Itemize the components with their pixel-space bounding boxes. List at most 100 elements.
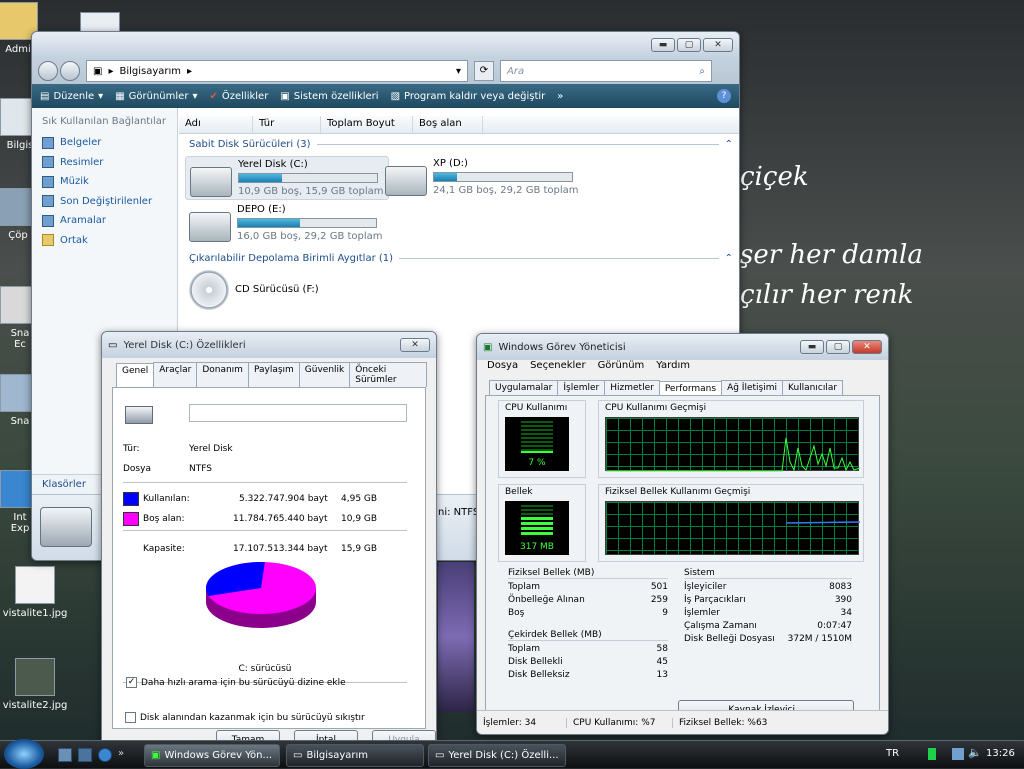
favorite-link-public[interactable]: Ortak: [42, 231, 177, 251]
taskbar-button-properties[interactable]: ▭ Yerel Disk (C:) Özelli...: [428, 744, 566, 767]
maximize-button[interactable]: ▢: [677, 38, 701, 52]
menu-options[interactable]: Seçenekler: [530, 360, 585, 374]
tab-performance[interactable]: Performans: [658, 381, 723, 396]
checkmark-icon: ✔: [209, 90, 218, 102]
minimize-button[interactable]: ▬: [651, 38, 675, 52]
start-button[interactable]: [4, 739, 44, 769]
tab-networking[interactable]: Ağ İletişimi: [721, 380, 783, 395]
memory-history-label: Fiziksel Bellek Kullanımı Geçmişi: [605, 487, 751, 497]
network-icon[interactable]: [952, 748, 964, 760]
quick-launch-more-icon[interactable]: »: [118, 748, 124, 762]
tab-services[interactable]: Hizmetler: [604, 380, 660, 395]
minimize-button[interactable]: ▬: [800, 340, 824, 354]
stat-label: Disk Belleksiz: [508, 670, 570, 680]
switch-windows-icon[interactable]: [78, 748, 92, 762]
address-bar[interactable]: ▣ ▸ Bilgisayarım ▸ ▾: [86, 60, 468, 82]
tab-processes[interactable]: İşlemler: [557, 380, 606, 395]
drive-item-e[interactable]: DEPO (E:) 16,0 GB boş, 29,2 GB toplam: [185, 204, 387, 242]
taskbar-button-task-manager[interactable]: ▣ Windows Görev Yön...: [144, 744, 280, 767]
address-dropdown-icon[interactable]: ▾: [456, 66, 461, 77]
drive-item-cd[interactable]: CD Sürücüsü (F:): [185, 270, 323, 310]
close-button[interactable]: ✕: [852, 340, 882, 354]
group-header-fixed-disks[interactable]: Sabit Disk Sürücüleri (3) ⌃: [189, 136, 733, 152]
collapse-icon[interactable]: ⌃: [725, 253, 733, 264]
properties-button[interactable]: ✔ Özellikler: [209, 91, 268, 102]
system-properties-button[interactable]: ▣ Sistem özellikleri: [280, 91, 378, 102]
used-label: Kullanılan:: [143, 494, 190, 504]
index-option[interactable]: ✓ Daha hızlı arama için bu sürücüyü dizi…: [126, 677, 346, 688]
language-indicator[interactable]: TR: [886, 748, 899, 759]
favorite-link-pictures[interactable]: Resimler: [42, 153, 177, 173]
properties-titlebar[interactable]: ▭ Yerel Disk (C:) Özellikleri ✕: [102, 332, 436, 358]
refresh-icon[interactable]: ⟳: [474, 61, 494, 81]
search-icon[interactable]: ⌕: [699, 66, 705, 77]
show-desktop-icon[interactable]: [58, 748, 72, 762]
explorer-titlebar[interactable]: ▬ ▢ ✕: [32, 32, 739, 58]
physical-row-free: Boş 9: [508, 608, 668, 621]
properties-body: Genel Araçlar Donanım Paylaşım Güvenlik …: [102, 358, 436, 746]
breadcrumb-computer[interactable]: Bilgisayarım: [119, 66, 181, 77]
tab-users[interactable]: Kullanıcılar: [782, 380, 844, 395]
menu-file[interactable]: Dosya: [487, 360, 518, 374]
tab-sharing[interactable]: Paylaşım: [247, 362, 300, 387]
more-commands-button[interactable]: »: [557, 91, 563, 102]
drive-item-d[interactable]: XP (D:) 24,1 GB boş, 29,2 GB toplam: [385, 158, 579, 196]
drive-large-icon: [40, 507, 92, 547]
compress-option[interactable]: Disk alanından kazanmak için bu sürücüyü…: [125, 712, 365, 723]
volume-label-input[interactable]: [189, 404, 407, 422]
favorite-link-music[interactable]: Müzik: [42, 172, 177, 192]
menu-view[interactable]: Görünüm: [598, 360, 645, 374]
maximize-button[interactable]: ▢: [826, 340, 850, 354]
search-input[interactable]: Ara ⌕: [500, 60, 712, 82]
favorite-link-recent[interactable]: Son Değiştirilenler: [42, 192, 177, 212]
menu-help[interactable]: Yardım: [656, 360, 690, 374]
memory-meter: 317 MB: [505, 501, 569, 555]
drive-caption: C: sürücüsü: [238, 664, 292, 674]
tray-app-icon[interactable]: [928, 748, 936, 760]
drive-usage-fill: [434, 173, 458, 181]
tab-tools[interactable]: Araçlar: [153, 362, 198, 387]
forward-icon[interactable]: [60, 61, 80, 81]
column-header-free-space[interactable]: Boş alan: [413, 116, 483, 133]
desktop-icon-vistalite2[interactable]: vistalite2.jpg: [0, 658, 70, 711]
compress-checkbox[interactable]: [125, 712, 136, 723]
status-processes: İşlemler: 34: [477, 717, 567, 728]
close-button[interactable]: ✕: [400, 338, 430, 352]
kernel-memory-section: Çekirdek Bellek (MB) Toplam 58 Disk Belle…: [508, 630, 668, 683]
system-properties-label: Sistem özellikleri: [293, 90, 379, 102]
kernel-memory-title: Çekirdek Bellek (MB): [508, 630, 668, 641]
back-icon[interactable]: [38, 61, 58, 81]
favorite-link-documents[interactable]: Belgeler: [42, 133, 177, 153]
tab-security[interactable]: Güvenlik: [298, 362, 351, 387]
column-header-total-size[interactable]: Toplam Boyut: [321, 116, 413, 133]
volume-icon[interactable]: 🔈: [968, 746, 982, 759]
collapse-icon[interactable]: ⌃: [725, 139, 733, 150]
column-header-type[interactable]: Tür: [253, 116, 321, 133]
stat-label: Disk Belleği Dosyası: [684, 634, 775, 644]
index-checkbox[interactable]: ✓: [126, 677, 137, 688]
tab-previous-versions[interactable]: Önceki Sürümler: [349, 362, 427, 387]
close-button[interactable]: ✕: [703, 38, 733, 52]
properties-label: Özellikler: [221, 90, 269, 102]
desktop-icon-vistalite1[interactable]: vistalite1.jpg: [0, 566, 70, 619]
drive-item-c[interactable]: Yerel Disk (C:) 10,9 GB boş, 15,9 GB top…: [185, 156, 389, 200]
tab-general[interactable]: Genel: [116, 363, 155, 388]
tab-hardware[interactable]: Donanım: [196, 362, 249, 387]
views-button[interactable]: ▦ Görünümler ▾: [115, 91, 197, 102]
help-icon[interactable]: ?: [717, 89, 731, 103]
organize-button[interactable]: ▤ Düzenle ▾: [40, 91, 103, 102]
drive-usage-bar: [433, 172, 573, 182]
taskmgr-titlebar[interactable]: ▣ Windows Görev Yöneticisi ▬ ▢ ✕: [477, 334, 888, 360]
group-header-removable[interactable]: Çıkarılabilir Depolama Birimli Aygıtlar …: [189, 250, 733, 266]
column-header-name[interactable]: Adı: [179, 116, 253, 133]
tab-applications[interactable]: Uygulamalar: [489, 380, 559, 395]
capacity-bytes: 17.107.513.344 bayt: [233, 544, 328, 554]
explorer-command-bar: ▤ Düzenle ▾ ▦ Görünümler ▾ ✔ Özellikler ▣ Sist…: [32, 84, 739, 108]
internet-explorer-icon[interactable]: [98, 748, 112, 762]
uninstall-button[interactable]: ▧ Program kaldır veya değiştir: [391, 91, 546, 102]
favorite-link-searches[interactable]: Aramalar: [42, 211, 177, 231]
capacity-label: Kapasite:: [143, 544, 185, 554]
taskbar-button-computer[interactable]: ▭ Bilgisayarım: [286, 744, 424, 767]
clock[interactable]: 13:26: [986, 748, 1015, 759]
type-value: Yerel Disk: [189, 444, 233, 454]
